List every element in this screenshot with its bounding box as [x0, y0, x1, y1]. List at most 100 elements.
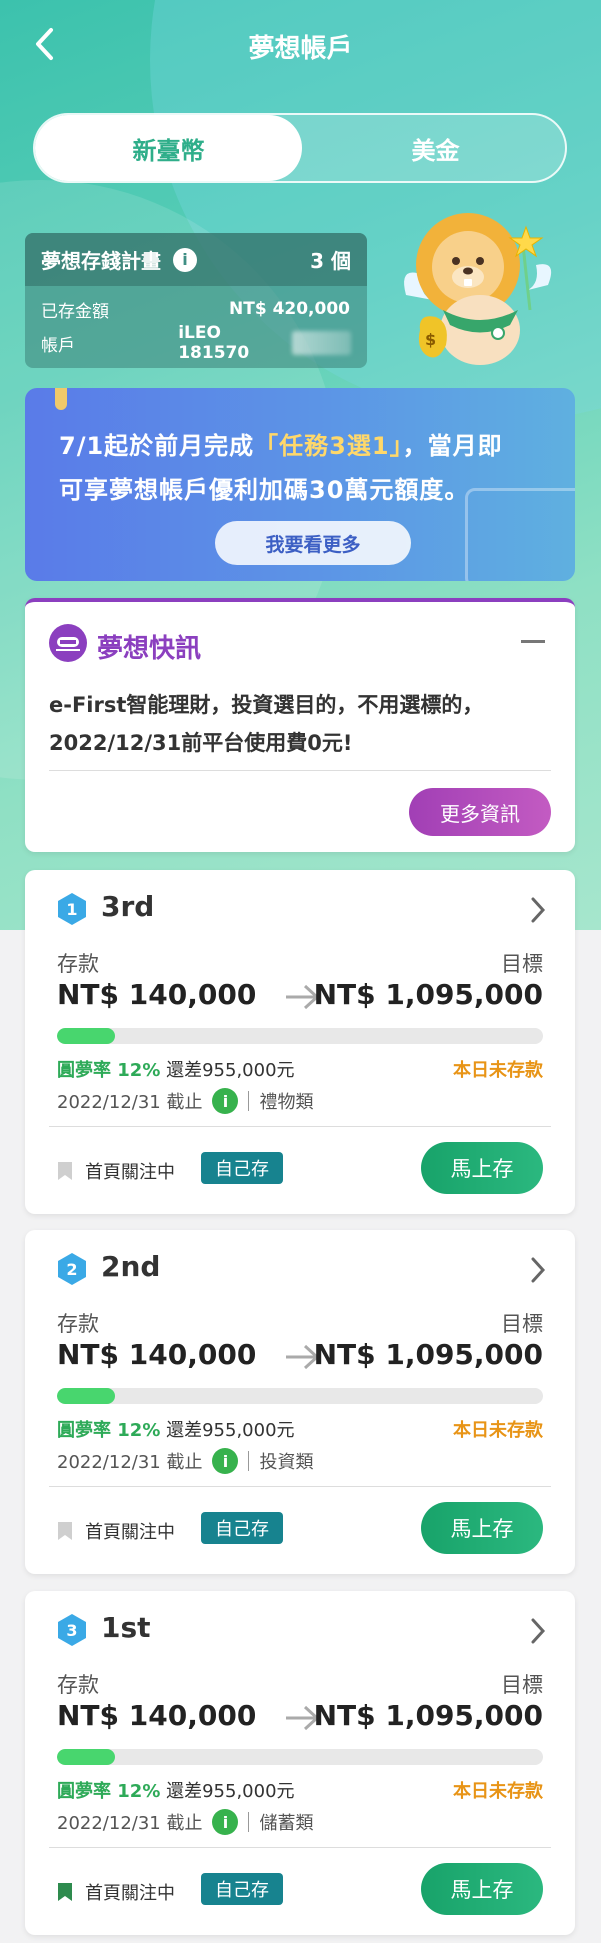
chevron-right-icon[interactable] [529, 1617, 547, 1645]
tab-usd[interactable]: 美金 [302, 115, 569, 181]
info-icon[interactable]: i [173, 247, 197, 272]
divider [49, 770, 551, 771]
collapse-icon[interactable] [521, 640, 545, 643]
deposit-label: 存款 [57, 1312, 99, 1336]
rank-badge-icon: 3 [58, 1614, 86, 1646]
plan-count: 3 個 [310, 249, 351, 273]
pin-label: 首頁關注中 [85, 1162, 175, 1183]
goal-rank: 1st [101, 1611, 151, 1644]
deposit-amount: NT$ 140,000 [57, 1338, 257, 1371]
rank-badge-icon: 2 [58, 1253, 86, 1285]
goal-meta: 2022/12/31 截止 i 投資類 [57, 1448, 313, 1474]
divider [49, 1126, 551, 1127]
deposit-amount: NT$ 140,000 [57, 978, 257, 1011]
svg-text:$: $ [425, 330, 436, 349]
account-row: 帳戶 iLEO 181570 [25, 323, 367, 363]
promo-line2: 可享夢想帳戶優利加碼30萬元額度。 [59, 476, 470, 504]
top-bar: 夢想帳戶 [0, 0, 601, 90]
target-label: 目標 [501, 1312, 543, 1336]
rate-label: 圓夢率 12% [57, 1420, 161, 1441]
category: 投資類 [259, 1452, 314, 1473]
goal-rate: 圓夢率 12% 還差955,000元 [57, 1416, 295, 1442]
remaining-amount: 還差955,000元 [166, 1781, 295, 1802]
svg-text:1: 1 [66, 900, 77, 919]
goal-meta: 2022/12/31 截止 i 儲蓄類 [57, 1809, 313, 1835]
chevron-right-icon[interactable] [529, 896, 547, 924]
train-icon [49, 624, 87, 662]
progress-bar [57, 1028, 543, 1044]
divider [49, 1847, 551, 1848]
promo-highlight: 「任務3選1」 [254, 432, 403, 460]
saving-type-tag: 自己存 [201, 1152, 283, 1184]
info-icon[interactable]: i [212, 1809, 239, 1835]
promo-line1-prefix: 7/1起於前月完成 [59, 432, 255, 460]
deposit-status: 本日未存款 [453, 1060, 543, 1081]
separator [248, 1451, 250, 1471]
bookmark-icon [58, 1883, 72, 1901]
see-more-button[interactable]: 我要看更多 [215, 521, 411, 565]
saving-type-tag: 自己存 [201, 1873, 283, 1905]
homepage-pin-toggle[interactable]: 首頁關注中 [57, 1879, 175, 1905]
rate-label: 圓夢率 12% [57, 1781, 161, 1802]
news-body-line1: e-First智能理財，投資選目的，不用選標的， [49, 693, 484, 717]
homepage-pin-toggle[interactable]: 首頁關注中 [57, 1158, 175, 1184]
goal-rate: 圓夢率 12% 還差955,000元 [57, 1056, 295, 1082]
deposit-status: 本日未存款 [453, 1420, 543, 1441]
plan-title: 夢想存錢計畫 [41, 249, 161, 273]
deadline: 2022/12/31 截止 [57, 1092, 203, 1113]
deposit-label: 存款 [57, 952, 99, 976]
homepage-pin-toggle[interactable]: 首頁關注中 [57, 1518, 175, 1544]
tab-twd[interactable]: 新臺幣 [35, 115, 302, 181]
progress-bar [57, 1388, 543, 1404]
news-body: e-First智能理財，投資選目的，不用選標的， 2022/12/31前平台使用… [49, 686, 559, 762]
promo-banner: 7/1起於前月完成「任務3選1」，當月即 可享夢想帳戶優利加碼30萬元額度。 我… [25, 388, 575, 581]
remaining-amount: 還差955,000元 [166, 1420, 295, 1441]
savings-plan-summary: 夢想存錢計畫 i 3 個 已存金額 NT$ 420,000 帳戶 iLEO 18… [25, 233, 367, 368]
progress-fill [57, 1749, 116, 1765]
svg-text:2: 2 [66, 1260, 77, 1279]
deadline: 2022/12/31 截止 [57, 1452, 203, 1473]
back-button[interactable] [22, 22, 66, 66]
target-label: 目標 [501, 952, 543, 976]
goal-card[interactable]: 2 2nd 存款 目標 NT$ 140,000 NT$ 1,095,000 圓夢… [25, 1230, 575, 1574]
pin-label: 首頁關注中 [85, 1522, 175, 1543]
bookmark-icon [58, 1522, 72, 1540]
account-value: iLEO 181570 [178, 323, 250, 363]
goal-card[interactable]: 1 3rd 存款 目標 NT$ 140,000 NT$ 1,095,000 圓夢… [25, 870, 575, 1214]
category: 儲蓄類 [259, 1813, 314, 1834]
saved-amount-row: 已存金額 NT$ 420,000 [25, 292, 367, 326]
chevron-right-icon[interactable] [529, 1256, 547, 1284]
pin-label: 首頁關注中 [85, 1883, 175, 1904]
deposit-now-button[interactable]: 馬上存 [421, 1863, 543, 1915]
promo-line1-suffix: ，當月即 [402, 432, 503, 460]
info-icon[interactable]: i [212, 1088, 239, 1114]
remaining-amount: 還差955,000元 [166, 1060, 295, 1081]
chevron-left-icon [36, 28, 53, 60]
saved-amount-value: NT$ 420,000 [229, 299, 351, 319]
deposit-now-button[interactable]: 馬上存 [421, 1142, 543, 1194]
currency-segmented-control: 新臺幣 美金 [33, 113, 567, 183]
more-info-button[interactable]: 更多資訊 [409, 788, 551, 836]
goal-card[interactable]: 3 1st 存款 目標 NT$ 140,000 NT$ 1,095,000 圓夢… [25, 1591, 575, 1935]
separator [248, 1091, 250, 1111]
deposit-amount: NT$ 140,000 [57, 1699, 257, 1732]
progress-fill [57, 1028, 116, 1044]
plan-header: 夢想存錢計畫 i 3 個 [25, 233, 367, 286]
goal-rate: 圓夢率 12% 還差955,000元 [57, 1777, 295, 1803]
deposit-now-button[interactable]: 馬上存 [421, 1502, 543, 1554]
goal-rank: 3rd [101, 890, 155, 923]
goal-meta: 2022/12/31 截止 i 禮物類 [57, 1088, 313, 1114]
news-title: 夢想快訊 [97, 634, 202, 664]
promo-tab-marker [55, 388, 67, 410]
goal-rank: 2nd [101, 1250, 161, 1283]
promo-text: 7/1起於前月完成「任務3選1」，當月即 可享夢想帳戶優利加碼30萬元額度。 [59, 424, 559, 512]
news-body-line2: 2022/12/31前平台使用費0元! [49, 731, 353, 755]
target-amount: NT$ 1,095,000 [313, 1699, 543, 1732]
deadline: 2022/12/31 截止 [57, 1813, 203, 1834]
target-label: 目標 [501, 1673, 543, 1697]
account-label: 帳戶 [41, 335, 75, 356]
divider [49, 1486, 551, 1487]
svg-text:3: 3 [66, 1621, 77, 1640]
info-icon[interactable]: i [212, 1448, 239, 1474]
separator [248, 1812, 250, 1832]
